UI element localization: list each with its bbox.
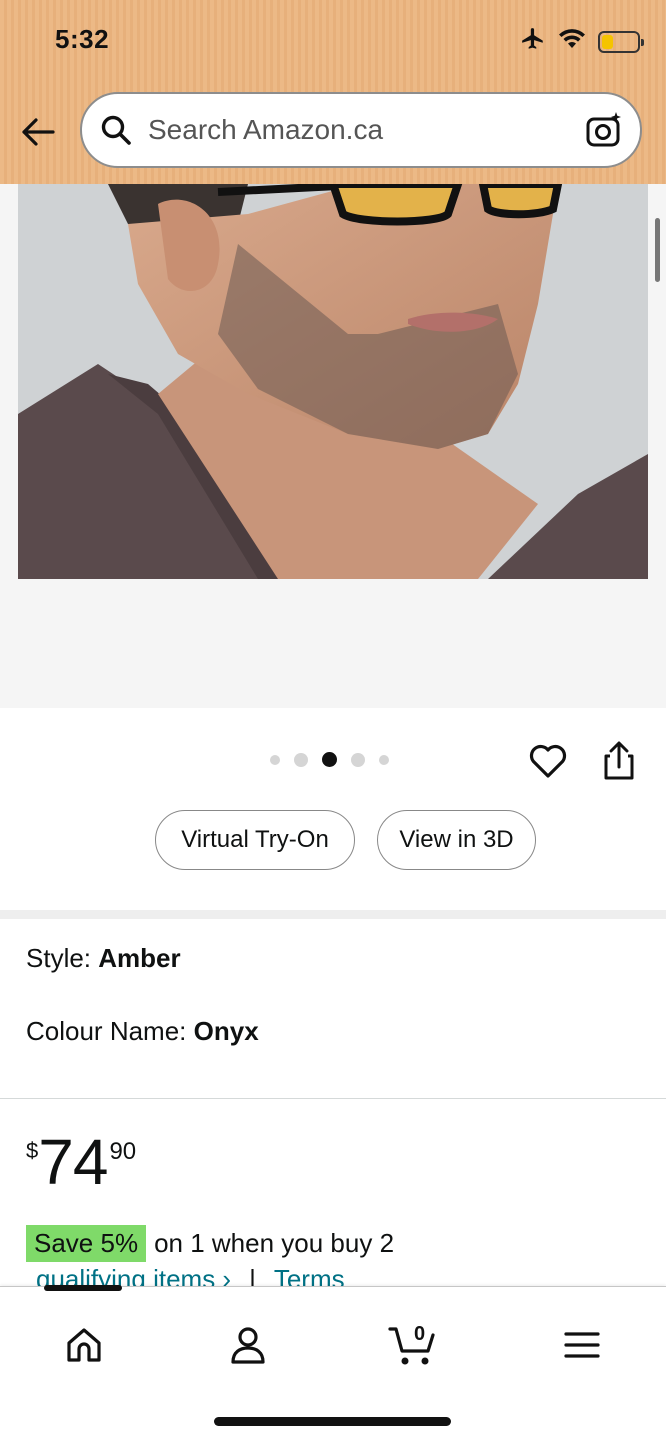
- battery-level: [602, 34, 613, 49]
- price: $ 74 90: [26, 1130, 136, 1194]
- heart-icon: [529, 744, 567, 778]
- battery-icon: [598, 30, 644, 53]
- carousel-dots: [270, 752, 389, 767]
- nav-cart[interactable]: 0: [384, 1315, 444, 1375]
- share-button[interactable]: [600, 740, 638, 782]
- style-value: Amber: [98, 943, 181, 973]
- divider: [0, 1098, 666, 1099]
- camera-search-icon[interactable]: [584, 110, 624, 150]
- carousel-dot-active[interactable]: [322, 752, 337, 767]
- scroll-indicator[interactable]: [655, 218, 660, 282]
- colour-value: Onyx: [193, 1016, 259, 1046]
- nav-home[interactable]: [54, 1315, 114, 1375]
- bottom-nav: 0: [0, 1285, 666, 1440]
- product-image[interactable]: [18, 184, 648, 579]
- product-photo-illustration: [18, 184, 648, 579]
- search-icon: [98, 112, 134, 148]
- back-button[interactable]: [18, 112, 58, 152]
- style-label: Style:: [26, 943, 99, 973]
- promotion-badge: Save 5%: [26, 1225, 147, 1262]
- price-currency: $: [26, 1138, 39, 1163]
- colour-selection: Colour Name: Onyx: [26, 1016, 259, 1047]
- wishlist-button[interactable]: [528, 742, 568, 782]
- colour-label: Colour Name:: [26, 1016, 194, 1046]
- arrow-left-icon: [22, 118, 55, 146]
- status-icons: [520, 26, 644, 57]
- qualifying-items-link[interactable]: qualifying items ›: [36, 1264, 231, 1286]
- product-image-area[interactable]: [0, 184, 666, 708]
- header: 5:32: [0, 0, 666, 184]
- promotion: Save 5% on 1 when you buy 2: [26, 1225, 394, 1262]
- home-icon: [67, 1328, 101, 1362]
- price-whole: 74: [38, 1126, 108, 1198]
- section-divider: [0, 910, 666, 919]
- virtual-try-on-button[interactable]: Virtual Try-On: [155, 810, 355, 870]
- airplane-icon: [520, 26, 546, 57]
- menu-icon: [564, 1332, 600, 1358]
- price-fraction: 90: [109, 1138, 137, 1165]
- nav-menu[interactable]: [552, 1315, 612, 1375]
- search-input[interactable]: [148, 114, 584, 146]
- promotion-links: qualifying items › | Terms: [36, 1264, 345, 1286]
- style-selection: Style: Amber: [26, 943, 181, 974]
- promotion-text: on 1 when you buy 2: [154, 1228, 395, 1258]
- wifi-icon: [558, 27, 586, 56]
- cart-count: 0: [414, 1323, 426, 1345]
- terms-link[interactable]: Terms: [274, 1264, 345, 1286]
- carousel-dot[interactable]: [270, 754, 280, 765]
- active-tab-indicator: [44, 1285, 122, 1291]
- link-separator: |: [249, 1264, 256, 1286]
- account-icon: [231, 1327, 265, 1364]
- view-in-3d-button[interactable]: View in 3D: [377, 810, 536, 870]
- carousel-dot[interactable]: [294, 752, 308, 767]
- home-indicator[interactable]: [214, 1417, 451, 1426]
- carousel-dot[interactable]: [351, 752, 365, 767]
- nav-account[interactable]: [218, 1315, 278, 1375]
- carousel-dot[interactable]: [379, 754, 389, 765]
- search-bar[interactable]: [80, 92, 642, 168]
- share-icon: [604, 741, 634, 780]
- status-time: 5:32: [55, 24, 110, 54]
